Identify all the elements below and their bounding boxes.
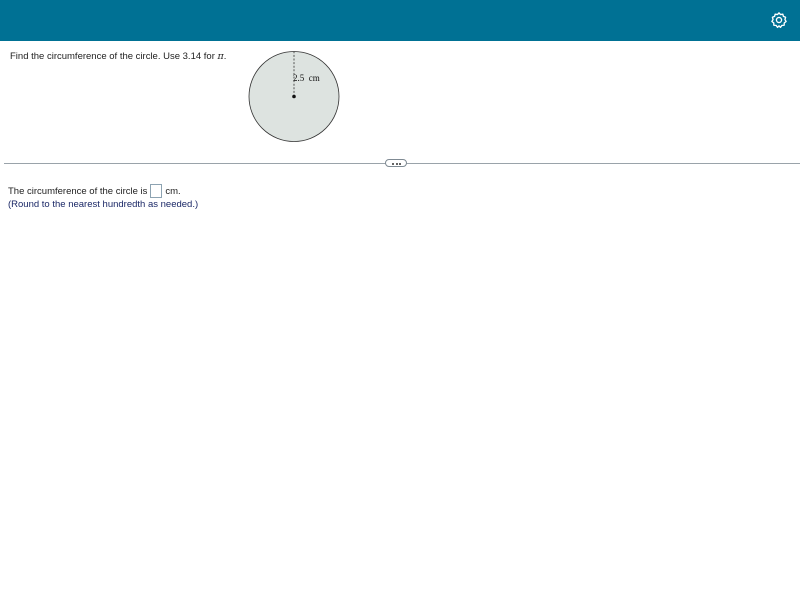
- answer-prefix: The circumference of the circle is: [8, 185, 148, 197]
- question-end: .: [223, 51, 227, 62]
- circle-figure: [248, 51, 340, 142]
- question-main: Find the circumference of the circle. Us…: [10, 51, 218, 62]
- answer-input[interactable]: [150, 184, 163, 198]
- gear-icon[interactable]: [770, 11, 788, 29]
- center-point: [292, 94, 296, 99]
- answer-unit: cm.: [165, 185, 181, 197]
- question-text: Find the circumference of the circle. Us…: [10, 51, 226, 62]
- ellipsis-icon[interactable]: [385, 159, 407, 167]
- radius-label: 2.5 cm: [293, 73, 320, 83]
- answer-line: The circumference of the circle is cm.: [8, 184, 181, 198]
- rounding-hint: (Round to the nearest hundredth as neede…: [8, 199, 199, 210]
- top-header-bar: [0, 0, 800, 41]
